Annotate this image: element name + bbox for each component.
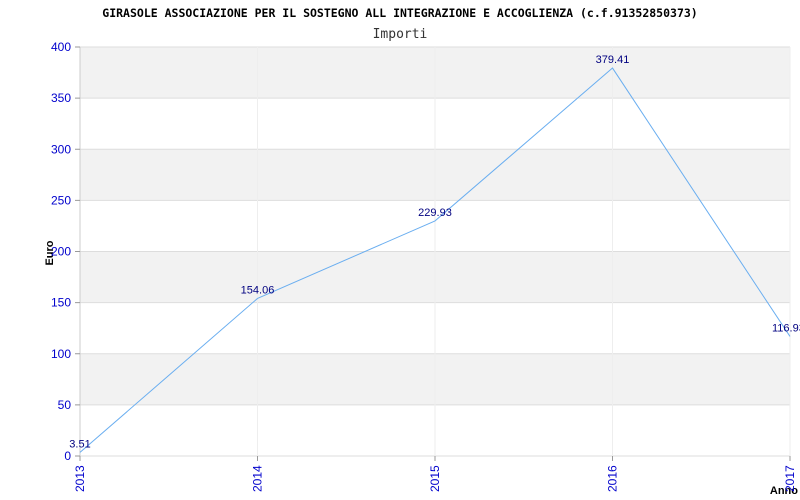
x-tick-label: 2017 bbox=[783, 465, 797, 492]
y-tick-label: 350 bbox=[51, 91, 71, 105]
line-chart: GIRASOLE ASSOCIAZIONE PER IL SOSTEGNO AL… bbox=[44, 6, 800, 497]
y-tick-label: 50 bbox=[58, 398, 72, 412]
data-label: 379.41 bbox=[596, 54, 630, 66]
x-tick-label: 2014 bbox=[251, 465, 265, 492]
y-tick-label: 150 bbox=[51, 296, 71, 310]
data-label: 154.06 bbox=[241, 284, 275, 296]
y-tick-label: 0 bbox=[64, 449, 71, 463]
y-tick-label: 300 bbox=[51, 142, 71, 156]
x-tick-label: 2015 bbox=[428, 465, 442, 492]
chart-title: GIRASOLE ASSOCIAZIONE PER IL SOSTEGNO AL… bbox=[102, 6, 697, 20]
data-label: 3.51 bbox=[69, 438, 90, 450]
data-label: 116.93 bbox=[772, 322, 800, 334]
y-tick-label: 200 bbox=[51, 245, 71, 259]
y-tick-label: 400 bbox=[51, 40, 71, 54]
y-tick-label: 100 bbox=[51, 347, 71, 361]
x-tick-label: 2013 bbox=[73, 465, 87, 492]
x-axis-ticks: 2013 2014 2015 2016 2017 bbox=[73, 456, 797, 492]
y-axis-ticks: 0 50 100 150 200 250 300 350 400 bbox=[51, 40, 80, 463]
data-label: 229.93 bbox=[418, 207, 452, 219]
chart-subtitle: Importi bbox=[373, 27, 428, 42]
y-tick-label: 250 bbox=[51, 193, 71, 207]
x-tick-label: 2016 bbox=[606, 465, 620, 492]
